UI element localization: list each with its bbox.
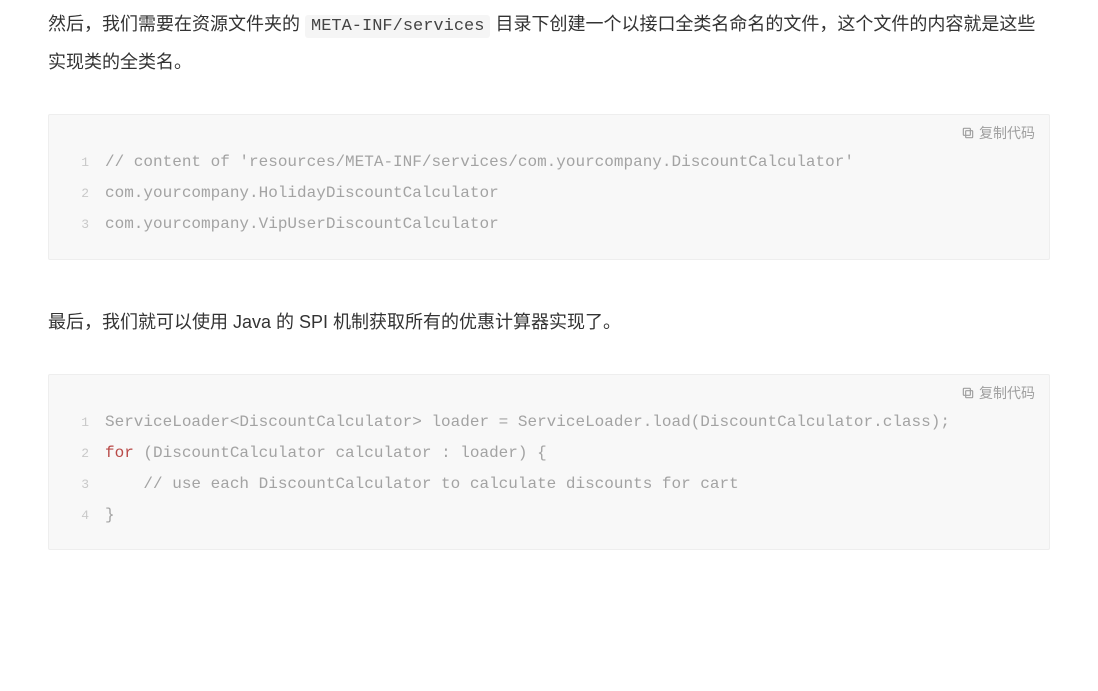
copy-icon (961, 386, 975, 400)
inline-code-meta-inf: META-INF/services (305, 15, 490, 38)
copy-code-button[interactable]: 复制代码 (49, 375, 1049, 403)
line-number: 1 (63, 150, 89, 175)
code-line: 2 com.yourcompany.HolidayDiscountCalculat… (63, 178, 1035, 209)
code-text: // use each DiscountCalculator to calcul… (105, 469, 739, 500)
copy-icon (961, 126, 975, 140)
code-text: ServiceLoader<DiscountCalculator> loader… (105, 407, 950, 438)
code-body-1: 1 // content of 'resources/META-INF/servi… (49, 143, 1049, 259)
code-line: 3 // use each DiscountCalculator to calc… (63, 469, 1035, 500)
line-number: 2 (63, 181, 89, 206)
copy-code-label: 复制代码 (979, 123, 1035, 143)
line-number: 3 (63, 212, 89, 237)
code-text: com.yourcompany.HolidayDiscountCalculato… (105, 178, 499, 209)
code-block-2: 复制代码 1 ServiceLoader<DiscountCalculator> … (48, 374, 1050, 551)
line-number: 3 (63, 472, 89, 497)
code-line: 3 com.yourcompany.VipUserDiscountCalculat… (63, 209, 1035, 240)
paragraph-2: 最后，我们就可以使用 Java 的 SPI 机制获取所有的优惠计算器实现了。 (48, 304, 1050, 340)
code-text: } (105, 500, 115, 531)
copy-code-label: 复制代码 (979, 383, 1035, 403)
paragraph-1-text-a: 然后，我们需要在资源文件夹的 (48, 14, 305, 34)
code-text: for (DiscountCalculator calculator : loa… (105, 438, 547, 469)
paragraph-1: 然后，我们需要在资源文件夹的 META-INF/services 目录下创建一个… (48, 6, 1050, 80)
code-line: 1 // content of 'resources/META-INF/servi… (63, 147, 1035, 178)
code-body-2: 1 ServiceLoader<DiscountCalculator> loade… (49, 403, 1049, 550)
line-number: 1 (63, 410, 89, 435)
article-content: 然后，我们需要在资源文件夹的 META-INF/services 目录下创建一个… (0, 0, 1098, 618)
code-line: 4} (63, 500, 1035, 531)
code-block-1: 复制代码 1 // content of 'resources/META-INF/… (48, 114, 1050, 260)
code-line: 1 ServiceLoader<DiscountCalculator> loade… (63, 407, 1035, 438)
code-text: com.yourcompany.VipUserDiscountCalculato… (105, 209, 499, 240)
code-line: 2 for (DiscountCalculator calculator : lo… (63, 438, 1035, 469)
code-text: // content of 'resources/META-INF/servic… (105, 147, 854, 178)
copy-code-button[interactable]: 复制代码 (49, 115, 1049, 143)
line-number: 2 (63, 441, 89, 466)
line-number: 4 (63, 503, 89, 528)
